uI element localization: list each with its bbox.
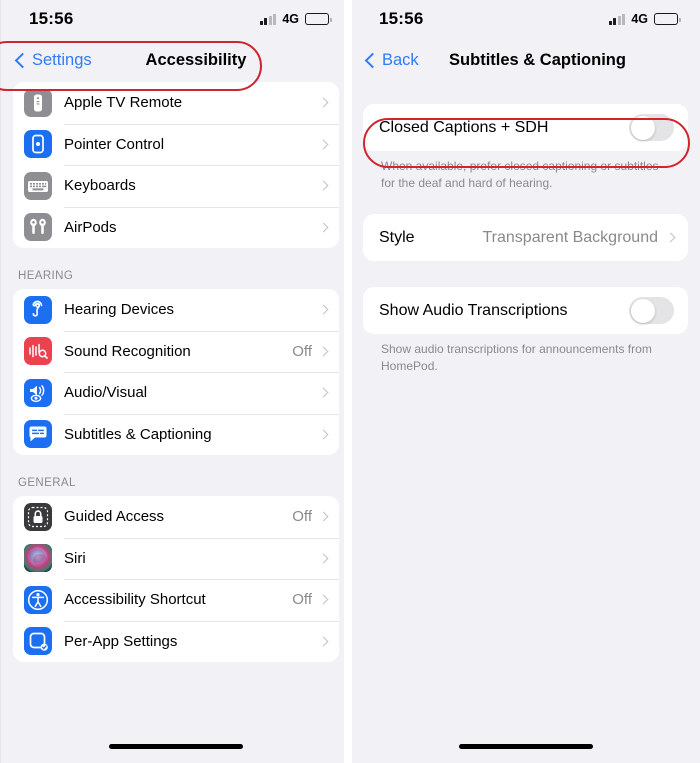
- chevron-left-icon: [364, 52, 381, 68]
- sidebar-item-label: Subtitles & Captioning: [64, 425, 212, 443]
- chevron-right-icon: [318, 139, 329, 150]
- audio-visual-icon: [24, 378, 52, 407]
- closed-captions-row[interactable]: Closed Captions + SDH: [363, 104, 688, 151]
- right-status-bar: 15:56 4G: [351, 0, 700, 38]
- sidebar-item-siri[interactable]: Siri: [13, 537, 339, 579]
- chevron-right-icon: [318, 429, 329, 440]
- home-indicator: [109, 744, 243, 749]
- sidebar-item-value: Off: [292, 508, 312, 526]
- siri-icon: [24, 544, 52, 573]
- chevron-right-icon: [318, 346, 329, 357]
- battery-icon: [305, 13, 332, 25]
- back-button-label: Settings: [32, 50, 92, 69]
- sidebar-item-label: Guided Access: [64, 508, 165, 526]
- chevron-right-icon: [318, 553, 329, 564]
- closed-captions-footnote: When available, prefer closed captioning…: [381, 159, 659, 191]
- chevron-right-icon: [318, 511, 329, 522]
- chevron-right-icon: [318, 97, 329, 108]
- closed-captions-card: Closed Captions + SDH: [363, 104, 688, 151]
- back-button-label: Back: [382, 50, 419, 69]
- sidebar-item-label: Keyboards: [64, 177, 136, 195]
- audio-transcriptions-row[interactable]: Show Audio Transcriptions: [363, 287, 688, 335]
- subtitles-settings-list: Closed Captions + SDH When available, pr…: [351, 82, 700, 375]
- accessibility-settings-list: Apple TV Remote Pointer Control Keyboard…: [1, 82, 351, 662]
- sidebar-item-pointer-control[interactable]: Pointer Control: [13, 123, 339, 165]
- style-label: Style: [379, 228, 415, 246]
- audio-transcriptions-toggle[interactable]: [629, 297, 674, 325]
- sidebar-item-value: Off: [292, 342, 312, 360]
- guided-access-lock-icon: [24, 502, 52, 531]
- back-button-settings[interactable]: Settings: [14, 50, 92, 70]
- audio-transcriptions-card: Show Audio Transcriptions: [363, 287, 688, 335]
- section-header-hearing: HEARING: [18, 270, 74, 282]
- sidebar-item-value: Off: [292, 591, 312, 609]
- sidebar-item-guided-access[interactable]: Guided Access Off: [13, 496, 339, 538]
- settings-group-hearing: Hearing Devices Sound Recognition Off Au…: [13, 289, 339, 455]
- sidebar-item-label: AirPods: [64, 218, 117, 236]
- chevron-right-icon: [318, 387, 329, 398]
- chevron-right-icon: [665, 232, 676, 243]
- style-value: Transparent Background: [482, 228, 658, 246]
- network-label: 4G: [631, 12, 648, 26]
- per-app-settings-icon: [24, 627, 52, 656]
- section-header-general: GENERAL: [18, 477, 76, 489]
- accessibility-person-icon: [24, 585, 52, 614]
- chevron-left-icon: [14, 52, 31, 68]
- home-indicator: [458, 744, 593, 749]
- audio-transcriptions-label: Show Audio Transcriptions: [379, 301, 568, 319]
- left-nav-bar: Settings Accessibility: [1, 38, 351, 82]
- chevron-right-icon: [318, 180, 329, 191]
- apple-tv-remote-icon: [24, 88, 52, 117]
- sidebar-item-label: Pointer Control: [64, 135, 165, 153]
- closed-captions-label: Closed Captions + SDH: [379, 118, 549, 136]
- ear-icon: [24, 295, 52, 324]
- pointer-control-icon: [24, 130, 52, 159]
- sidebar-item-airpods[interactable]: AirPods: [13, 206, 339, 248]
- sidebar-item-apple-tv-remote[interactable]: Apple TV Remote: [13, 82, 339, 124]
- panel-divider: [344, 0, 352, 763]
- chevron-right-icon: [318, 636, 329, 647]
- status-indicators: 4G: [608, 12, 681, 26]
- sidebar-item-hearing-devices[interactable]: Hearing Devices: [13, 289, 339, 331]
- left-status-bar: 15:56 4G: [1, 0, 351, 38]
- chevron-right-icon: [318, 222, 329, 233]
- style-row[interactable]: Style Transparent Background: [363, 214, 688, 262]
- right-nav-bar: Back Subtitles & Captioning: [351, 38, 700, 82]
- settings-group-devices: Apple TV Remote Pointer Control Keyboard…: [13, 82, 339, 248]
- sidebar-item-audio-visual[interactable]: Audio/Visual: [13, 372, 339, 414]
- sidebar-item-label: Apple TV Remote: [64, 94, 183, 112]
- sidebar-item-label: Accessibility Shortcut: [64, 591, 206, 609]
- style-card: Style Transparent Background: [363, 214, 688, 262]
- sidebar-item-per-app-settings[interactable]: Per-App Settings: [13, 620, 339, 662]
- keyboard-icon: [24, 171, 52, 200]
- sidebar-item-accessibility-shortcut[interactable]: Accessibility Shortcut Off: [13, 579, 339, 621]
- status-time: 15:56: [29, 9, 74, 28]
- status-indicators: 4G: [259, 12, 332, 26]
- right-phone-screen: 15:56 4G Back Subtitles & Captioning Clo…: [351, 0, 700, 763]
- sidebar-item-label: Hearing Devices: [64, 301, 175, 319]
- audio-transcriptions-footnote: Show audio transcriptions for announceme…: [381, 342, 652, 374]
- airpods-icon: [24, 213, 52, 242]
- battery-icon: [654, 13, 681, 25]
- sound-recognition-icon: [24, 337, 52, 366]
- network-label: 4G: [282, 12, 299, 26]
- chevron-right-icon: [318, 594, 329, 605]
- sidebar-item-label: Sound Recognition: [64, 342, 191, 360]
- sidebar-item-sound-recognition[interactable]: Sound Recognition Off: [13, 330, 339, 372]
- back-button[interactable]: Back: [364, 50, 419, 70]
- status-time: 15:56: [379, 9, 424, 28]
- chevron-right-icon: [318, 304, 329, 315]
- signal-bars-icon: [259, 13, 277, 25]
- closed-captions-toggle[interactable]: [629, 114, 674, 141]
- settings-group-general: Guided Access Off Siri Accessibility Sho…: [13, 496, 339, 662]
- signal-bars-icon: [608, 13, 626, 25]
- sidebar-item-keyboards[interactable]: Keyboards: [13, 165, 339, 207]
- dual-phone-screenshot: 15:56 4G Settings Accessibility Apple TV…: [0, 0, 700, 763]
- sidebar-item-label: Siri: [64, 549, 86, 567]
- sidebar-item-label: Audio/Visual: [64, 384, 148, 402]
- subtitles-icon: [24, 420, 52, 449]
- sidebar-item-label: Per-App Settings: [64, 632, 178, 650]
- left-phone-screen: 15:56 4G Settings Accessibility Apple TV…: [0, 0, 351, 763]
- sidebar-item-subtitles-captioning[interactable]: Subtitles & Captioning: [13, 413, 339, 455]
